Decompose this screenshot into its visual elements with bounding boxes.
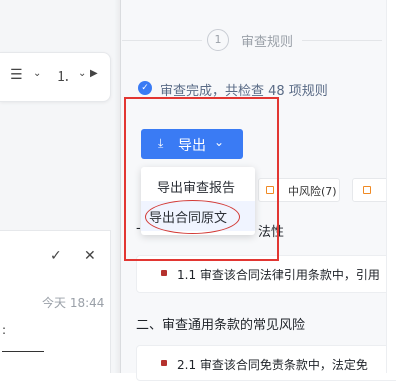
menu-item-export-report[interactable]: 导出审查报告	[141, 171, 255, 201]
risk-tag-medium[interactable]: 中风险(7)	[258, 178, 340, 202]
risk-high-marker	[161, 270, 167, 276]
export-button-label: 导出	[178, 138, 206, 154]
check-icon[interactable]: ✓	[50, 248, 62, 264]
review-status: 审查完成，共检查 48 项规则	[160, 84, 328, 99]
comment-card: ✓ ✕ 今天 18:44 :	[0, 230, 111, 373]
rule-card-2[interactable]: 2.1 审查该合同免责条款中，法定免	[136, 345, 396, 381]
rule-card-1[interactable]: 1.1 审查该合同法律引用条款中，引用	[136, 255, 396, 293]
section-2-title: 二、审查通用条款的常见风险	[136, 318, 306, 333]
chevron-down-icon[interactable]: ⌄	[33, 68, 41, 79]
step-number: 1	[207, 29, 229, 51]
export-dropdown-menu: 导出审查报告 导出合同原文	[141, 167, 255, 235]
rule-text: 1.1 审查该合同法律引用条款中，引用	[177, 268, 380, 282]
menu-item-export-contract[interactable]: 导出合同原文	[141, 201, 255, 231]
step-connector	[122, 40, 202, 41]
download-icon: ⤓	[158, 136, 164, 150]
comment-text: :	[2, 323, 7, 337]
section-1-dash: -	[136, 221, 141, 236]
step-label: 审查规则	[241, 35, 294, 50]
risk-marker-icon	[363, 186, 371, 194]
rule-text: 2.1 审查该合同免责条款中，法定免	[177, 358, 368, 372]
numbered-list-icon[interactable]: ⒈	[56, 66, 70, 86]
comment-underline	[2, 351, 44, 352]
play-right-icon[interactable]: ▶	[90, 68, 98, 79]
export-button[interactable]: ⤓ 导出 ⌄	[141, 129, 243, 159]
format-toolbar: ☰ ⌄ ⒈ ⌄ ▶	[0, 52, 111, 102]
check-circle-icon: ✓	[138, 81, 152, 95]
step-connector	[302, 40, 382, 41]
bullet-list-icon[interactable]: ☰	[10, 67, 23, 83]
chevron-down-icon: ⌄	[214, 135, 225, 149]
scrollbar-track[interactable]	[386, 0, 396, 373]
pane-divider	[114, 0, 121, 373]
document-editor-pane: ☰ ⌄ ⒈ ⌄ ▶ ✓ ✕ 今天 18:44 :	[0, 0, 121, 373]
risk-marker-icon	[266, 186, 274, 194]
comment-timestamp: 今天 18:44	[42, 296, 105, 310]
risk-high-marker	[161, 360, 167, 366]
section-1-title: 法性	[258, 225, 285, 240]
close-icon[interactable]: ✕	[84, 248, 96, 264]
chevron-down-icon[interactable]: ⌄	[78, 68, 86, 79]
